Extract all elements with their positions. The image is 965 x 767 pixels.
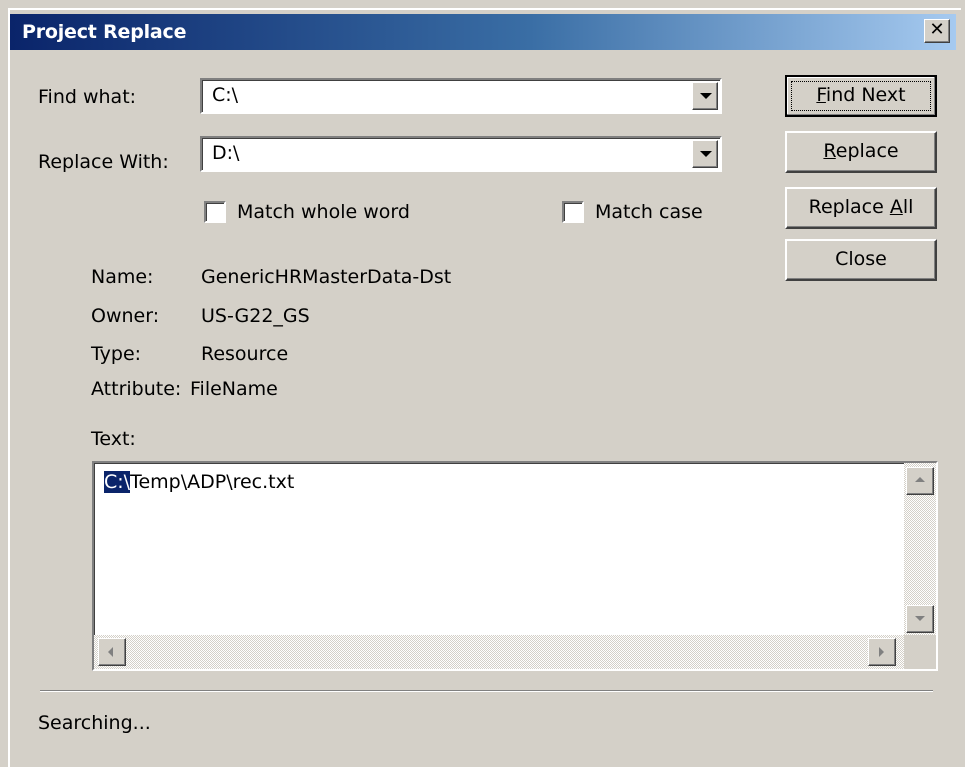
name-value: GenericHRMasterData-Dst <box>201 266 452 288</box>
close-icon: ✕ <box>929 19 945 40</box>
match-whole-word-label[interactable]: Match whole word <box>237 201 410 223</box>
find-what-value[interactable]: C:\ <box>212 84 238 106</box>
type-label: Type: <box>91 343 142 365</box>
type-value: Resource <box>201 343 289 365</box>
vertical-scrollbar[interactable] <box>904 463 936 635</box>
match-whole-word-checkbox[interactable] <box>204 201 226 223</box>
arrow-right-icon <box>879 647 884 657</box>
text-area[interactable]: C:\Temp\ADP\rec.txt <box>92 461 938 671</box>
replace-all-button[interactable]: Replace All <box>785 187 937 229</box>
arrow-down-icon <box>915 616 925 621</box>
match-case-label[interactable]: Match case <box>595 201 703 223</box>
scroll-right-button[interactable] <box>868 638 896 666</box>
remaining-text[interactable]: Temp\ADP\rec.txt <box>130 471 294 493</box>
scrollbar-corner <box>904 635 936 669</box>
replace-button[interactable]: Replace <box>785 131 937 173</box>
scroll-up-button[interactable] <box>906 467 934 495</box>
replace-with-dropdown-button[interactable] <box>692 140 718 168</box>
chevron-down-icon <box>700 93 712 99</box>
replace-with-label: Replace With: <box>38 151 169 173</box>
title-bar: Project Replace ✕ <box>10 14 956 50</box>
horizontal-scrollbar[interactable] <box>94 635 904 669</box>
text-area-content[interactable]: C:\Temp\ADP\rec.txt <box>104 471 294 493</box>
arrow-left-icon <box>108 647 113 657</box>
attribute-value: FileName <box>190 378 278 400</box>
owner-value: US-G22_GS <box>201 305 310 327</box>
window-title: Project Replace <box>22 21 187 43</box>
close-window-button[interactable]: ✕ <box>924 19 950 43</box>
divider-highlight <box>40 691 933 692</box>
find-what-combo[interactable]: C:\ <box>200 78 722 114</box>
find-what-dropdown-button[interactable] <box>692 82 718 110</box>
attribute-label: Attribute: <box>91 378 182 400</box>
arrow-up-icon <box>915 477 925 482</box>
close-button[interactable]: Close <box>785 239 937 281</box>
scroll-left-button[interactable] <box>98 638 126 666</box>
owner-label: Owner: <box>91 305 160 327</box>
text-label: Text: <box>91 428 136 450</box>
replace-with-value[interactable]: D:\ <box>212 142 239 164</box>
chevron-down-icon <box>700 151 712 157</box>
find-next-button[interactable]: Find Next <box>785 75 937 117</box>
find-what-label: Find what: <box>38 86 137 108</box>
scroll-down-button[interactable] <box>906 605 934 633</box>
name-label: Name: <box>91 266 154 288</box>
match-case-checkbox[interactable] <box>562 201 584 223</box>
selected-text[interactable]: C:\ <box>104 471 131 493</box>
status-text: Searching... <box>38 712 151 734</box>
replace-with-combo[interactable]: D:\ <box>200 136 722 172</box>
